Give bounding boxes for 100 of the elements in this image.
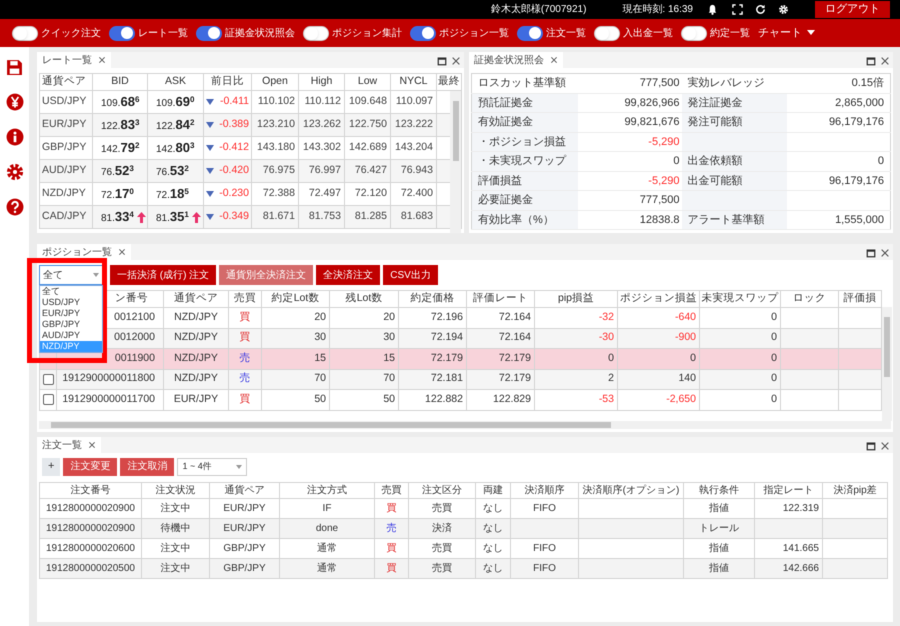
field-value: 96,179,176 bbox=[828, 116, 884, 128]
table-cell: 15 bbox=[383, 352, 395, 364]
field-value: 0.15倍 bbox=[852, 77, 884, 89]
table-cell: 0 bbox=[771, 372, 777, 384]
column-header: 未実現スワップ bbox=[702, 292, 778, 304]
table-cell: NZD/JPY bbox=[174, 372, 218, 384]
price-quote: 72.17$^{0}$ bbox=[101, 185, 134, 204]
table-cell: 0011900 bbox=[114, 352, 155, 364]
table-cell: 122.882 bbox=[425, 392, 463, 405]
user-name: 鈴木太郎様(7007921) bbox=[490, 2, 586, 17]
table-cell: 123.210 bbox=[257, 118, 295, 130]
table-cell: 72.181 bbox=[430, 372, 463, 384]
column-header: 注文番号 bbox=[70, 485, 110, 496]
table-cell: 指値 bbox=[709, 543, 729, 554]
column-header: 売買 bbox=[382, 485, 402, 496]
toggle-label: 約定一覧 bbox=[710, 26, 750, 40]
table-cell: 待機中 bbox=[160, 523, 190, 534]
price-quote: 142.80$^{3}$ bbox=[156, 139, 194, 158]
table-cell: 20 bbox=[383, 310, 395, 323]
clock-time: 現在時刻: 16:39 bbox=[622, 2, 693, 17]
table-cell: 通常 bbox=[317, 563, 337, 574]
table-cell: 30 bbox=[314, 331, 326, 344]
table-cell: EUR/JPY bbox=[223, 503, 266, 514]
table-cell: 122.750 bbox=[349, 118, 387, 130]
table-cell: 141.665 bbox=[782, 543, 819, 554]
table-cell: 0 bbox=[771, 392, 777, 405]
table-cell: 注文中 bbox=[160, 503, 190, 514]
field-value: 777,500 bbox=[640, 194, 680, 206]
table-cell: 143.302 bbox=[303, 141, 341, 154]
column-header: 注文方式 bbox=[307, 485, 347, 496]
table-cell: -640 bbox=[674, 310, 696, 323]
column-header: 前日比 bbox=[211, 75, 244, 88]
table-cell: 109.648 bbox=[349, 95, 387, 108]
change-value: -0.411 bbox=[220, 94, 249, 110]
table-cell: 指値 bbox=[709, 503, 729, 514]
table-cell: done bbox=[316, 523, 338, 534]
table-cell: 72.164 bbox=[498, 331, 531, 344]
column-header: 売買 bbox=[234, 292, 256, 304]
table-cell: 50 bbox=[314, 392, 326, 405]
table-cell: 1912800000020900 bbox=[46, 503, 135, 514]
table-cell: 買 bbox=[240, 392, 250, 405]
table-cell: 72.179 bbox=[498, 372, 531, 384]
table-cell: CAD/JPY bbox=[42, 210, 86, 222]
field-label: 実効レバレッジ bbox=[688, 77, 764, 89]
table-cell: FIFO bbox=[533, 503, 556, 514]
table-cell: 76.997 bbox=[308, 164, 341, 176]
column-header: 通貨ペア bbox=[224, 485, 264, 496]
table-cell: 70 bbox=[314, 372, 326, 384]
column-header: 決済順序(オプション) bbox=[582, 485, 680, 496]
table-cell: -32 bbox=[598, 310, 614, 323]
table-cell: 72.120 bbox=[354, 187, 387, 200]
table-cell: 81.671 bbox=[262, 210, 295, 222]
column-header: 残Lot数 bbox=[346, 292, 382, 304]
column-header: 評価損 bbox=[844, 292, 876, 304]
field-value: 2,865,000 bbox=[835, 96, 884, 108]
table-cell: 1912800000020600 bbox=[46, 543, 135, 554]
table-cell: 142.689 bbox=[349, 141, 387, 154]
table-cell: 122.829 bbox=[493, 392, 531, 405]
table-cell: 指値 bbox=[709, 563, 729, 574]
column-header: 指定レート bbox=[764, 485, 814, 496]
table-cell: -2,650 bbox=[666, 392, 696, 405]
table-cell: 売 bbox=[240, 372, 250, 384]
field-value: -5,290 bbox=[648, 174, 680, 186]
change-value: -0.230 bbox=[219, 186, 249, 202]
table-cell: GBP/JPY bbox=[42, 141, 86, 154]
table-cell: なし bbox=[483, 503, 503, 514]
table-cell: 注文中 bbox=[160, 563, 190, 574]
table-cell: IF bbox=[322, 503, 332, 514]
column-header: 両建 bbox=[483, 485, 503, 496]
table-cell: 1912800000020900 bbox=[46, 523, 135, 534]
field-value: -5,290 bbox=[648, 136, 680, 148]
table-cell: 143.180 bbox=[257, 141, 295, 154]
toggle-label: クイック注文 bbox=[41, 26, 101, 40]
toggle-label: レート一覧 bbox=[138, 26, 188, 40]
field-label: 発注証拠金 bbox=[688, 96, 742, 108]
table-cell: GBP/JPY bbox=[223, 563, 266, 574]
table-cell: EUR/JPY bbox=[174, 392, 218, 405]
table-cell: 72.194 bbox=[430, 331, 463, 344]
table-cell: 注文中 bbox=[160, 543, 190, 554]
price-quote: 109.68$^{6}$ bbox=[101, 93, 140, 112]
table-cell: 売 bbox=[386, 523, 396, 534]
table-cell: 2 bbox=[608, 372, 614, 384]
table-cell: 143.204 bbox=[395, 141, 433, 154]
table-cell: なし bbox=[483, 523, 503, 534]
column-header: 通貨ペア bbox=[42, 75, 86, 88]
table-cell: NZD/JPY bbox=[174, 352, 218, 364]
table-cell: なし bbox=[483, 563, 503, 574]
table-cell: 123.222 bbox=[395, 118, 433, 130]
table-cell: 0 bbox=[608, 352, 614, 364]
change-value: -0.349 bbox=[219, 209, 249, 224]
field-value: 12838.8 bbox=[640, 214, 680, 226]
table-cell: 買 bbox=[386, 503, 396, 514]
table-cell: 0012000 bbox=[114, 331, 155, 344]
table-cell: 140 bbox=[678, 372, 696, 384]
field-value: 0 bbox=[878, 155, 884, 167]
field-label: 発注可能額 bbox=[688, 116, 742, 128]
table-cell: 0012100 bbox=[114, 310, 155, 323]
table-cell: 142.666 bbox=[782, 563, 819, 574]
toggle-label: ポジション一覧 bbox=[439, 26, 509, 40]
table-cell: 72.196 bbox=[430, 310, 463, 323]
